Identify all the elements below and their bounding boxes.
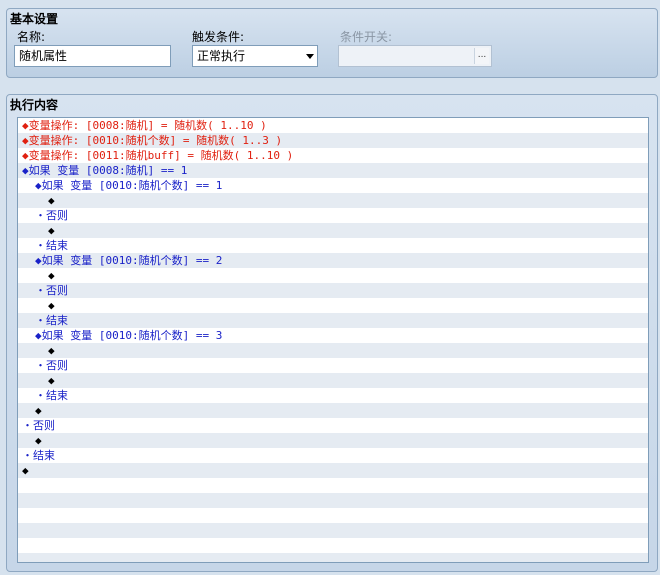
basic-settings-panel: 基本设置 名称: 随机属性 触发条件: 正常执行 条件开关: ... xyxy=(6,8,658,78)
command-row[interactable]: ◆ xyxy=(18,343,648,358)
command-row[interactable]: ・否则 xyxy=(18,358,648,373)
command-text: ・否则 xyxy=(35,284,68,297)
empty-row[interactable] xyxy=(18,508,648,523)
command-text: ・否则 xyxy=(22,419,55,432)
command-row[interactable]: ・否则 xyxy=(18,418,648,433)
command-row[interactable]: ◆变量操作: [0011:随机buff] = 随机数( 1..10 ) xyxy=(18,148,648,163)
command-row[interactable]: ◆如果 变量 [0010:随机个数] == 2 xyxy=(18,253,648,268)
chevron-down-icon xyxy=(306,54,314,59)
command-text: ◆如果 变量 [0008:随机] == 1 xyxy=(22,164,188,177)
command-text: ・否则 xyxy=(35,209,68,222)
name-value: 随机属性 xyxy=(19,49,68,63)
command-text: ◆变量操作: [0008:随机] = 随机数( 1..10 ) xyxy=(22,119,267,132)
command-text: ◆如果 变量 [0010:随机个数] == 1 xyxy=(35,179,223,192)
command-row[interactable]: ・否则 xyxy=(18,208,648,223)
command-text: ◆ xyxy=(48,374,55,387)
command-text: ◆ xyxy=(48,194,55,207)
command-text: ◆ xyxy=(48,299,55,312)
command-text: ◆如果 变量 [0010:随机个数] == 3 xyxy=(35,329,223,342)
switch-field[interactable]: ... xyxy=(338,45,492,67)
command-row[interactable]: ◆ xyxy=(18,193,648,208)
command-text: ◆如果 变量 [0010:随机个数] == 2 xyxy=(35,254,223,267)
command-row[interactable]: ◆如果 变量 [0010:随机个数] == 3 xyxy=(18,328,648,343)
empty-row[interactable] xyxy=(18,553,648,562)
command-text: ・结束 xyxy=(22,449,55,462)
command-text: ◆ xyxy=(48,224,55,237)
command-row[interactable]: ・结束 xyxy=(18,238,648,253)
command-text: ・结束 xyxy=(35,314,68,327)
command-row[interactable]: ◆ xyxy=(18,268,648,283)
trigger-label: 触发条件: xyxy=(192,30,245,44)
command-row[interactable]: ◆ xyxy=(18,223,648,238)
command-row[interactable]: ◆如果 变量 [0010:随机个数] == 1 xyxy=(18,178,648,193)
command-row[interactable]: ・结束 xyxy=(18,448,648,463)
empty-row[interactable] xyxy=(18,478,648,493)
command-text: ・结束 xyxy=(35,389,68,402)
switch-label: 条件开关: xyxy=(340,30,393,44)
name-label: 名称: xyxy=(17,30,46,44)
empty-row[interactable] xyxy=(18,493,648,508)
command-row[interactable]: ◆变量操作: [0008:随机] = 随机数( 1..10 ) xyxy=(18,118,648,133)
empty-row[interactable] xyxy=(18,523,648,538)
command-row[interactable]: ・否则 xyxy=(18,283,648,298)
command-text: ◆ xyxy=(48,269,55,282)
command-row[interactable]: ◆如果 变量 [0008:随机] == 1 xyxy=(18,163,648,178)
command-text: ◆ xyxy=(48,344,55,357)
command-text: ◆ xyxy=(35,404,42,417)
command-row[interactable]: ◆ xyxy=(18,463,648,478)
command-text: ◆变量操作: [0010:随机个数] = 随机数( 1..3 ) xyxy=(22,134,283,147)
command-row[interactable]: ◆变量操作: [0010:随机个数] = 随机数( 1..3 ) xyxy=(18,133,648,148)
trigger-value: 正常执行 xyxy=(197,49,246,63)
command-row[interactable]: ・结束 xyxy=(18,388,648,403)
command-row[interactable]: ◆ xyxy=(18,403,648,418)
empty-row[interactable] xyxy=(18,538,648,553)
command-text: ◆变量操作: [0011:随机buff] = 随机数( 1..10 ) xyxy=(22,149,294,162)
command-text: ・结束 xyxy=(35,239,68,252)
trigger-dropdown[interactable]: 正常执行 xyxy=(192,45,318,67)
command-row[interactable]: ◆ xyxy=(18,433,648,448)
execution-content-title: 执行内容 xyxy=(10,98,59,112)
execution-content-panel: 执行内容 ◆变量操作: [0008:随机] = 随机数( 1..10 ) ◆变量操… xyxy=(6,94,658,572)
switch-browse-button[interactable]: ... xyxy=(474,48,489,64)
command-text: ・否则 xyxy=(35,359,68,372)
name-field[interactable]: 随机属性 xyxy=(14,45,171,67)
command-row[interactable]: ・结束 xyxy=(18,313,648,328)
command-row[interactable]: ◆ xyxy=(18,373,648,388)
command-list[interactable]: ◆变量操作: [0008:随机] = 随机数( 1..10 ) ◆变量操作: [0… xyxy=(17,117,649,563)
command-row[interactable]: ◆ xyxy=(18,298,648,313)
command-text: ◆ xyxy=(22,464,29,477)
command-text: ◆ xyxy=(35,434,42,447)
basic-settings-title: 基本设置 xyxy=(10,12,59,26)
